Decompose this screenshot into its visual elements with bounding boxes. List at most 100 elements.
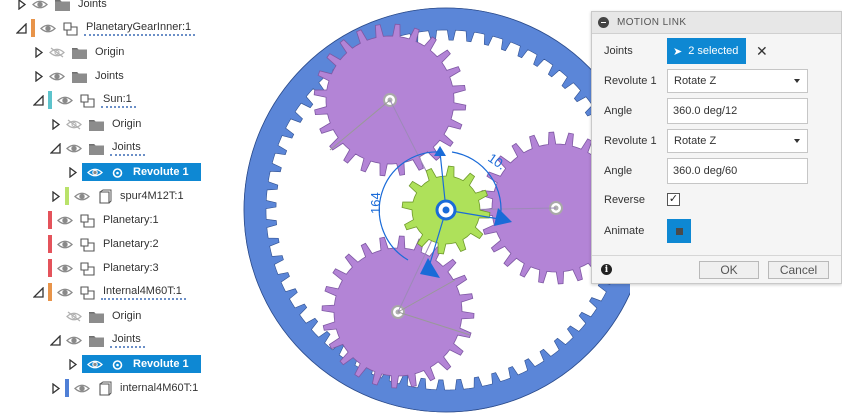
revolute2-motion-dropdown[interactable]: Rotate Z xyxy=(667,129,808,153)
planet-hub xyxy=(383,93,397,107)
tree-item-label: Joints xyxy=(110,140,145,156)
joints-select-button[interactable]: ➤ 2 selected xyxy=(667,38,746,64)
tree-row[interactable]: internal4M60T:1 xyxy=(48,378,202,398)
eye-icon[interactable] xyxy=(39,21,57,35)
tree-row[interactable]: PlanetaryGearInner:1 xyxy=(14,18,196,38)
joint-arrowhead xyxy=(494,208,512,226)
sun-gear xyxy=(401,165,491,255)
eye-icon[interactable] xyxy=(56,93,74,107)
reverse-label: Reverse xyxy=(604,193,645,206)
component-icon xyxy=(77,92,97,108)
folder-icon xyxy=(86,140,106,156)
joint-origin-dot xyxy=(442,206,450,214)
collapse-triangle-icon[interactable] xyxy=(48,117,62,131)
component-icon xyxy=(77,212,97,228)
eye-icon[interactable] xyxy=(31,0,49,11)
component-icon xyxy=(60,20,80,36)
eye-hidden-icon[interactable] xyxy=(65,309,83,323)
folder-icon xyxy=(86,308,106,324)
tree-row[interactable]: Joints xyxy=(14,0,111,14)
reverse-row: Reverse ✓ xyxy=(592,193,842,206)
joints-label: Joints xyxy=(604,45,633,57)
eye-icon[interactable] xyxy=(56,261,74,275)
component-color-bar xyxy=(48,91,52,109)
eye-icon[interactable] xyxy=(48,69,66,83)
tree-row[interactable]: spur4M12T:1 xyxy=(48,186,188,206)
revolute2-row: Revolute 1 Rotate Z xyxy=(592,129,842,153)
eye-icon[interactable] xyxy=(86,165,104,179)
tree-row[interactable]: Revolute 1 xyxy=(65,162,201,182)
joints-selected-count: 2 selected xyxy=(688,45,739,57)
tree-row[interactable]: Planetary:2 xyxy=(31,234,163,254)
expand-triangle-icon[interactable] xyxy=(48,333,62,347)
reverse-checkbox[interactable]: ✓ xyxy=(667,193,680,206)
planet-center xyxy=(387,97,393,103)
eye-hidden-icon[interactable] xyxy=(48,45,66,59)
tree-row[interactable]: Joints xyxy=(48,330,145,350)
tree-row[interactable]: Origin xyxy=(48,306,145,326)
joint-axis-line xyxy=(445,209,506,221)
eye-icon[interactable] xyxy=(56,285,74,299)
tree-row[interactable]: Origin xyxy=(31,42,128,62)
tree-row[interactable]: Revolute 1 xyxy=(65,354,201,374)
angle2-row: Angle 360.0 deg/60 xyxy=(592,158,842,184)
selected-joint-highlight[interactable]: Revolute 1 xyxy=(82,163,201,181)
expand-triangle-icon[interactable] xyxy=(48,141,62,155)
eye-icon[interactable] xyxy=(86,357,104,371)
joint-angle-arc xyxy=(451,151,502,221)
expand-triangle-icon[interactable] xyxy=(31,285,45,299)
tree-item-label: Internal4M60T:1 xyxy=(101,284,186,300)
collapse-triangle-icon[interactable] xyxy=(65,165,79,179)
tree-row[interactable]: Joints xyxy=(48,138,145,158)
eye-icon[interactable] xyxy=(73,189,91,203)
selected-joint-highlight[interactable]: Revolute 1 xyxy=(82,355,201,373)
dialog-footer: i OK Cancel xyxy=(592,255,841,283)
eye-icon[interactable] xyxy=(56,213,74,227)
folder-icon xyxy=(69,68,89,84)
carrier-line xyxy=(397,209,447,313)
animate-button[interactable] xyxy=(667,219,691,243)
folder-icon xyxy=(86,116,106,132)
joint-icon xyxy=(107,164,127,180)
angle2-input[interactable]: 360.0 deg/60 xyxy=(667,158,808,184)
tree-row[interactable]: Planetary:3 xyxy=(31,258,163,278)
tree-item-label: Planetary:1 xyxy=(103,214,159,226)
cancel-button[interactable]: Cancel xyxy=(768,261,829,279)
joint-axis-line xyxy=(439,151,447,211)
body-icon xyxy=(94,380,114,396)
joint-arrowhead xyxy=(420,258,440,278)
collapse-triangle-icon[interactable] xyxy=(65,357,79,371)
collapse-triangle-icon[interactable] xyxy=(48,381,62,395)
tree-row[interactable]: Internal4M60T:1 xyxy=(31,282,186,302)
component-color-bar xyxy=(65,379,69,397)
revolute1-motion-value: Rotate Z xyxy=(674,75,717,87)
revolute1-motion-dropdown[interactable]: Rotate Z xyxy=(667,69,808,93)
tree-row[interactable]: Joints xyxy=(31,66,128,86)
planet-gear-1 xyxy=(313,23,467,177)
collapse-icon[interactable] xyxy=(598,17,609,28)
expand-triangle-icon[interactable] xyxy=(31,93,45,107)
tree-row[interactable]: Planetary:1 xyxy=(31,210,163,230)
collapse-triangle-icon[interactable] xyxy=(14,0,28,11)
eye-icon[interactable] xyxy=(65,333,83,347)
eye-hidden-icon[interactable] xyxy=(65,117,83,131)
ok-button[interactable]: OK xyxy=(699,261,759,279)
tree-row[interactable]: Origin xyxy=(48,114,145,134)
revolute1-label: Revolute 1 xyxy=(604,75,657,87)
eye-icon[interactable] xyxy=(73,381,91,395)
angle1-input[interactable]: 360.0 deg/12 xyxy=(667,98,808,124)
tree-row[interactable]: Sun:1 xyxy=(31,90,136,110)
clear-selection-icon[interactable]: ✕ xyxy=(756,43,768,60)
eye-icon[interactable] xyxy=(56,237,74,251)
planet-gear-3 xyxy=(321,235,475,389)
carrier-line xyxy=(389,99,447,211)
planet-center xyxy=(395,309,401,315)
expand-triangle-icon[interactable] xyxy=(14,21,28,35)
collapse-triangle-icon[interactable] xyxy=(31,69,45,83)
collapse-triangle-icon[interactable] xyxy=(48,189,62,203)
collapse-triangle-icon[interactable] xyxy=(31,45,45,59)
eye-icon[interactable] xyxy=(65,141,83,155)
info-icon[interactable]: i xyxy=(601,264,612,275)
